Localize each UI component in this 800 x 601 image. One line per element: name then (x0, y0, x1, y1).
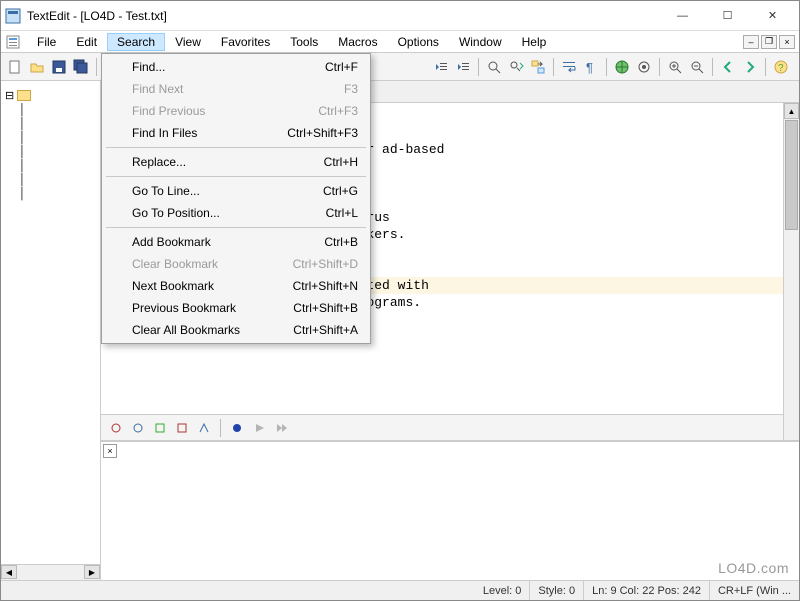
menu-item-find[interactable]: Find...Ctrl+F (104, 56, 368, 78)
window-controls: — ☐ ✕ (660, 2, 795, 30)
window-title: TextEdit - [LO4D - Test.txt] (27, 9, 660, 23)
watermark: LO4D.com (718, 560, 789, 576)
scroll-left-icon[interactable]: ◀ (1, 565, 17, 579)
scroll-right-icon[interactable]: ▶ (84, 565, 100, 579)
foot-icon[interactable] (151, 419, 169, 437)
indent-icon[interactable] (453, 57, 473, 77)
status-lineend: CR+LF (Win ... (710, 581, 799, 600)
menu-item-find-previous: Find PreviousCtrl+F3 (104, 100, 368, 122)
tools-icon[interactable] (634, 57, 654, 77)
save-icon[interactable] (49, 57, 69, 77)
minimize-button[interactable]: — (660, 2, 705, 30)
mdi-controls: – ❐ × (743, 35, 795, 49)
status-style: Style: 0 (530, 581, 584, 600)
menu-view[interactable]: View (165, 33, 211, 51)
foot-icon[interactable] (107, 419, 125, 437)
close-button[interactable]: ✕ (750, 2, 795, 30)
editor-footbar (101, 414, 799, 440)
menu-file[interactable]: File (27, 33, 66, 51)
menu-item-next-bookmark[interactable]: Next BookmarkCtrl+Shift+N (104, 275, 368, 297)
menu-item-go-to-line[interactable]: Go To Line...Ctrl+G (104, 180, 368, 202)
zoom-out-icon[interactable] (687, 57, 707, 77)
help-icon[interactable]: ? (771, 57, 791, 77)
statusbar: Level: 0 Style: 0 Ln: 9 Col: 22 Pos: 242… (1, 580, 799, 600)
find-next-icon[interactable] (506, 57, 526, 77)
menu-item-replace[interactable]: Replace...Ctrl+H (104, 151, 368, 173)
open-file-icon[interactable] (27, 57, 47, 77)
foot-icon[interactable] (195, 419, 213, 437)
menu-edit[interactable]: Edit (66, 33, 107, 51)
menu-item-find-next: Find NextF3 (104, 78, 368, 100)
titlebar: TextEdit - [LO4D - Test.txt] — ☐ ✕ (1, 1, 799, 31)
show-symbols-icon[interactable]: ¶ (581, 57, 601, 77)
sidebar-hscrollbar[interactable]: ◀ ▶ (1, 564, 100, 580)
play-icon[interactable] (250, 419, 268, 437)
menu-favorites[interactable]: Favorites (211, 33, 280, 51)
close-pane-button[interactable]: × (103, 444, 117, 458)
folder-tree[interactable]: ⊟ │ │ │ │ │ │ │ (1, 81, 100, 208)
new-file-icon[interactable] (5, 57, 25, 77)
fast-forward-icon[interactable] (272, 419, 290, 437)
menu-item-previous-bookmark[interactable]: Previous BookmarkCtrl+Shift+B (104, 297, 368, 319)
record-icon[interactable] (228, 419, 246, 437)
menu-item-add-bookmark[interactable]: Add BookmarkCtrl+B (104, 231, 368, 253)
maximize-button[interactable]: ☐ (705, 2, 750, 30)
menu-item-find-in-files[interactable]: Find In FilesCtrl+Shift+F3 (104, 122, 368, 144)
menu-search[interactable]: Search (107, 33, 165, 51)
svg-text:?: ? (778, 63, 784, 74)
save-all-icon[interactable] (71, 57, 91, 77)
output-pane: × (101, 440, 799, 580)
foot-icon[interactable] (173, 419, 191, 437)
menu-help[interactable]: Help (512, 33, 557, 51)
mdi-restore-button[interactable]: ❐ (761, 35, 777, 49)
menu-options[interactable]: Options (388, 33, 449, 51)
svg-text:¶: ¶ (586, 60, 593, 75)
nav-back-icon[interactable] (718, 57, 738, 77)
app-icon (5, 8, 21, 24)
sidebar: ⊟ │ │ │ │ │ │ │ ◀ ▶ (1, 81, 101, 580)
status-level: Level: 0 (475, 581, 531, 600)
mdi-minimize-button[interactable]: – (743, 35, 759, 49)
replace-icon[interactable] (528, 57, 548, 77)
folder-icon (17, 90, 31, 101)
menu-item-go-to-position[interactable]: Go To Position...Ctrl+L (104, 202, 368, 224)
zoom-in-icon[interactable] (665, 57, 685, 77)
menubar-logo-icon (5, 34, 21, 50)
menu-window[interactable]: Window (449, 33, 512, 51)
mdi-close-button[interactable]: × (779, 35, 795, 49)
wordwrap-icon[interactable] (559, 57, 579, 77)
foot-icon[interactable] (129, 419, 147, 437)
status-position: Ln: 9 Col: 22 Pos: 242 (584, 581, 710, 600)
menu-item-clear-bookmark: Clear BookmarkCtrl+Shift+D (104, 253, 368, 275)
menu-tools[interactable]: Tools (280, 33, 328, 51)
outdent-icon[interactable] (431, 57, 451, 77)
menu-macros[interactable]: Macros (328, 33, 387, 51)
scroll-thumb[interactable] (785, 120, 798, 230)
nav-forward-icon[interactable] (740, 57, 760, 77)
menubar: FileEditSearchViewFavoritesToolsMacrosOp… (1, 31, 799, 53)
web-icon[interactable] (612, 57, 632, 77)
scroll-up-icon[interactable]: ▲ (784, 103, 799, 119)
search-menu-dropdown: Find...Ctrl+FFind NextF3Find PreviousCtr… (101, 53, 371, 344)
menu-item-clear-all-bookmarks[interactable]: Clear All BookmarksCtrl+Shift+A (104, 319, 368, 341)
find-icon[interactable] (484, 57, 504, 77)
